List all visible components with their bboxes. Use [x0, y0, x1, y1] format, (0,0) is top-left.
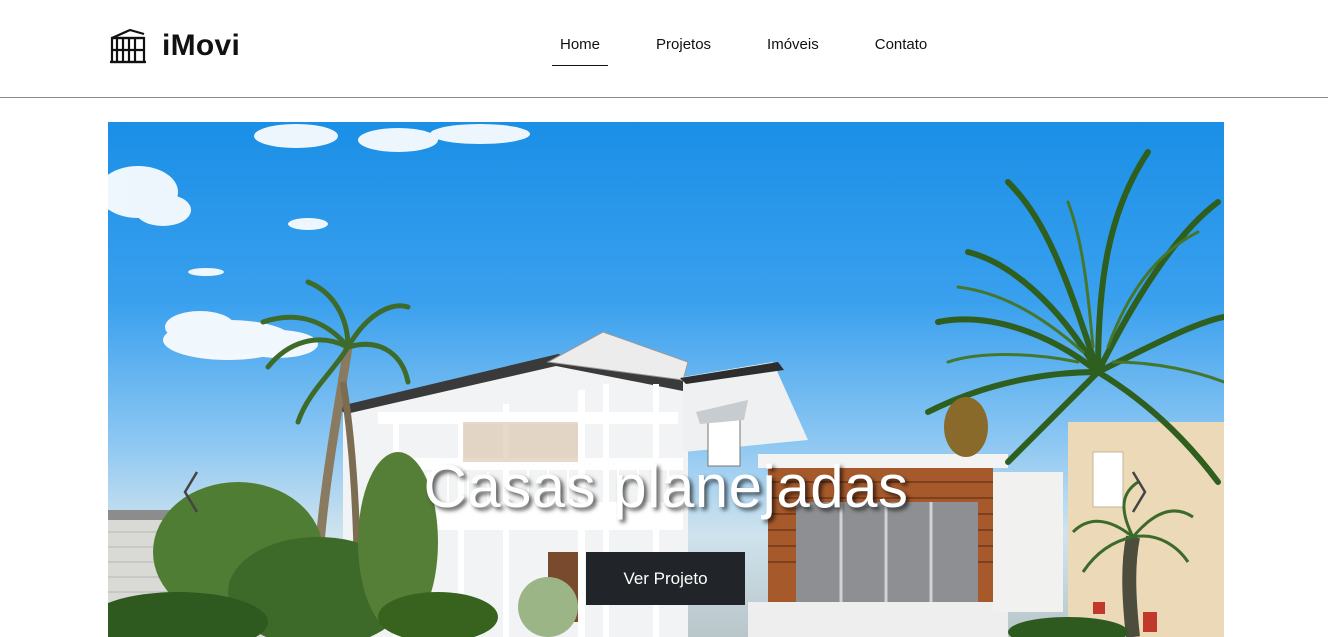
- site-header: iMovi Home Projetos Imóveis Contato: [0, 0, 1328, 98]
- main-nav: Home Projetos Imóveis Contato: [552, 26, 975, 66]
- nav-item-imoveis[interactable]: Imóveis: [759, 26, 827, 66]
- hero-carousel: Casas planejadas Ver Projeto: [108, 122, 1224, 637]
- building-icon: [110, 28, 146, 64]
- brand-name: iMovi: [162, 29, 241, 62]
- hero-caption: Casas planejadas: [423, 453, 909, 520]
- brand[interactable]: iMovi: [108, 26, 240, 66]
- nav-item-contato[interactable]: Contato: [867, 26, 936, 66]
- view-project-button[interactable]: Ver Projeto: [586, 552, 745, 605]
- nav-item-home[interactable]: Home: [552, 26, 609, 66]
- nav-item-projetos[interactable]: Projetos: [648, 26, 719, 66]
